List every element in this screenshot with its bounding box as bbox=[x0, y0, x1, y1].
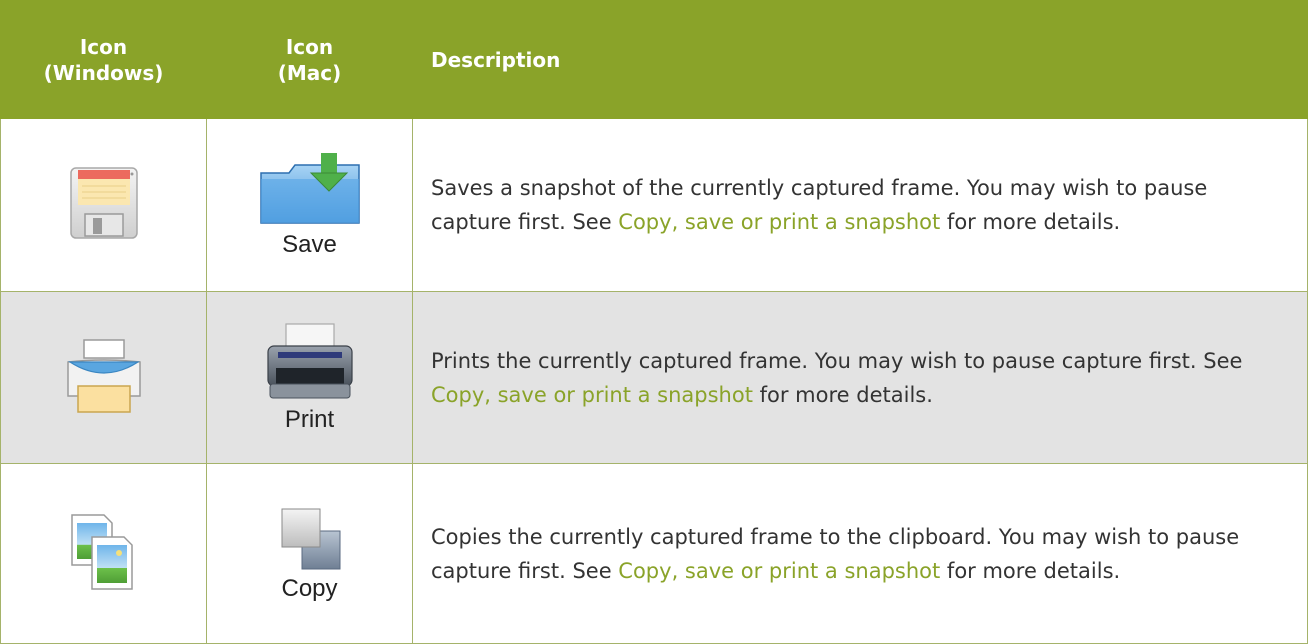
description-text: Prints the currently captured frame. You… bbox=[431, 348, 1243, 373]
snapshot-link[interactable]: Copy, save or print a snapshot bbox=[431, 383, 753, 407]
mac-print-label: Print bbox=[284, 405, 335, 433]
description-text-end: for more details. bbox=[940, 558, 1121, 583]
copy-squares-icon bbox=[278, 505, 342, 571]
snapshot-link[interactable]: Copy, save or print a snapshot bbox=[618, 559, 940, 583]
description-cell: Prints the currently captured frame. You… bbox=[412, 291, 1308, 464]
header-icon-windows-line1: Icon bbox=[79, 34, 128, 59]
table-row: Copy Copies the currently captured frame… bbox=[0, 463, 1308, 644]
table-header-row: Icon (Windows) Icon (Mac) Description bbox=[0, 0, 1308, 119]
mac-icon-cell: Print bbox=[206, 291, 413, 464]
description-cell: Copies the currently captured frame to t… bbox=[412, 463, 1308, 644]
header-icon-mac: Icon (Mac) bbox=[206, 0, 413, 119]
table-row: Print Prints the currently captured fram… bbox=[0, 291, 1308, 464]
mac-print-button[interactable]: Print bbox=[264, 322, 356, 434]
mac-save-label: Save bbox=[282, 231, 337, 258]
header-description: Description bbox=[412, 0, 1308, 119]
mac-copy-label: Copy bbox=[281, 574, 338, 602]
mac-save-button[interactable]: Save bbox=[255, 151, 365, 259]
header-icon-mac-line2: (Mac) bbox=[277, 60, 342, 85]
snapshot-link[interactable]: Copy, save or print a snapshot bbox=[618, 210, 940, 234]
win-icon-cell bbox=[0, 291, 207, 464]
header-icon-mac-line1: Icon bbox=[285, 34, 334, 59]
header-icon-windows: Icon (Windows) bbox=[0, 0, 207, 119]
toolbar-icons-table: Icon (Windows) Icon (Mac) Description Sa… bbox=[0, 0, 1308, 644]
copy-images-icon bbox=[68, 513, 140, 591]
win-icon-cell bbox=[0, 118, 207, 292]
description-text-end: for more details. bbox=[940, 210, 1121, 234]
description-text-end: for more details. bbox=[752, 382, 933, 407]
table-row: Save Saves a snapshot of the currently c… bbox=[0, 118, 1308, 292]
mac-icon-cell: Save bbox=[206, 118, 413, 292]
save-floppy-icon bbox=[67, 166, 141, 240]
win-icon-cell bbox=[0, 463, 207, 644]
header-icon-windows-line2: (Windows) bbox=[43, 60, 164, 85]
print-printer-icon bbox=[264, 322, 356, 402]
mac-icon-cell: Copy bbox=[206, 463, 413, 644]
print-printer-icon bbox=[64, 338, 144, 414]
save-folder-icon bbox=[255, 151, 365, 227]
mac-copy-button[interactable]: Copy bbox=[278, 505, 342, 603]
description-cell: Saves a snapshot of the currently captur… bbox=[412, 118, 1308, 292]
